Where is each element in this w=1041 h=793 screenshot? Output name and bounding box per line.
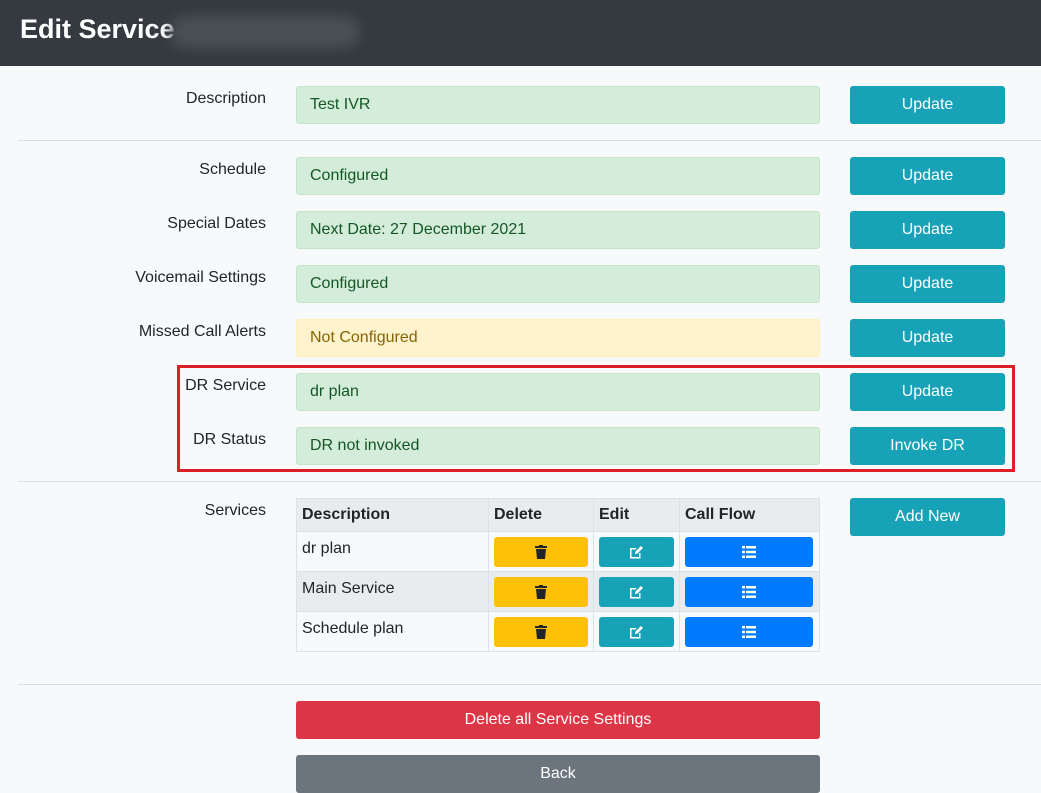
edit-icon	[630, 545, 643, 559]
delete-service-button[interactable]	[494, 536, 588, 567]
special-dates-label: Special Dates	[167, 215, 266, 232]
update-description-button[interactable]: Update	[850, 86, 1005, 124]
column-header-call-flow: Call Flow	[679, 498, 820, 532]
update-special-dates-button[interactable]: Update	[850, 211, 1005, 249]
update-schedule-button[interactable]: Update	[850, 157, 1005, 195]
edit-icon	[630, 585, 643, 599]
trash-icon	[535, 584, 547, 599]
special-dates-field: Next Date: 27 December 2021	[296, 211, 820, 249]
missed-call-alerts-label: Missed Call Alerts	[138, 323, 266, 340]
voicemail-settings-label: Voicemail Settings	[135, 269, 266, 286]
edit-icon	[630, 625, 643, 639]
update-missed-call-alerts-button[interactable]: Update	[850, 319, 1005, 357]
page-title: Edit Service	[20, 14, 175, 44]
edit-service-button[interactable]	[599, 536, 674, 567]
delete-all-settings-button[interactable]: Delete all Service Settings	[296, 701, 820, 739]
missed-call-alerts-field: Not Configured	[296, 319, 820, 357]
trash-icon	[535, 544, 547, 559]
update-voicemail-button[interactable]: Update	[850, 265, 1005, 303]
service-description: Main Service	[296, 571, 489, 612]
divider	[18, 684, 1041, 685]
page-header: Edit Service	[0, 0, 1041, 66]
list-icon	[742, 545, 756, 558]
redacted-service-name	[170, 16, 360, 48]
call-flow-button[interactable]	[685, 536, 813, 567]
divider	[18, 140, 1041, 141]
trash-icon	[535, 624, 547, 639]
call-flow-button[interactable]	[685, 616, 813, 647]
service-description: dr plan	[296, 531, 489, 572]
description-label: Description	[185, 90, 266, 107]
list-icon	[742, 585, 756, 598]
service-description: Schedule plan	[296, 611, 489, 652]
voicemail-settings-field: Configured	[296, 265, 820, 303]
table-row: Schedule plan	[296, 611, 820, 652]
list-icon	[742, 625, 756, 638]
schedule-field: Configured	[296, 157, 820, 195]
back-button[interactable]: Back	[296, 755, 820, 793]
description-field: Test IVR	[296, 86, 820, 124]
add-new-service-button[interactable]: Add New	[850, 498, 1005, 536]
schedule-label: Schedule	[199, 161, 266, 178]
table-row: Main Service	[296, 571, 820, 612]
services-table: Description Delete Edit Call Flow dr pla…	[296, 498, 820, 652]
dr-highlight-box	[177, 365, 1015, 472]
delete-service-button[interactable]	[494, 576, 588, 607]
table-row: dr plan	[296, 531, 820, 572]
services-label: Services	[204, 502, 266, 519]
column-header-delete: Delete	[488, 498, 594, 532]
column-header-edit: Edit	[593, 498, 680, 532]
divider	[18, 481, 1041, 482]
call-flow-button[interactable]	[685, 576, 813, 607]
column-header-description: Description	[296, 498, 489, 532]
delete-service-button[interactable]	[494, 616, 588, 647]
table-header-row: Description Delete Edit Call Flow	[296, 498, 820, 532]
edit-service-button[interactable]	[599, 576, 674, 607]
edit-service-button[interactable]	[599, 616, 674, 647]
